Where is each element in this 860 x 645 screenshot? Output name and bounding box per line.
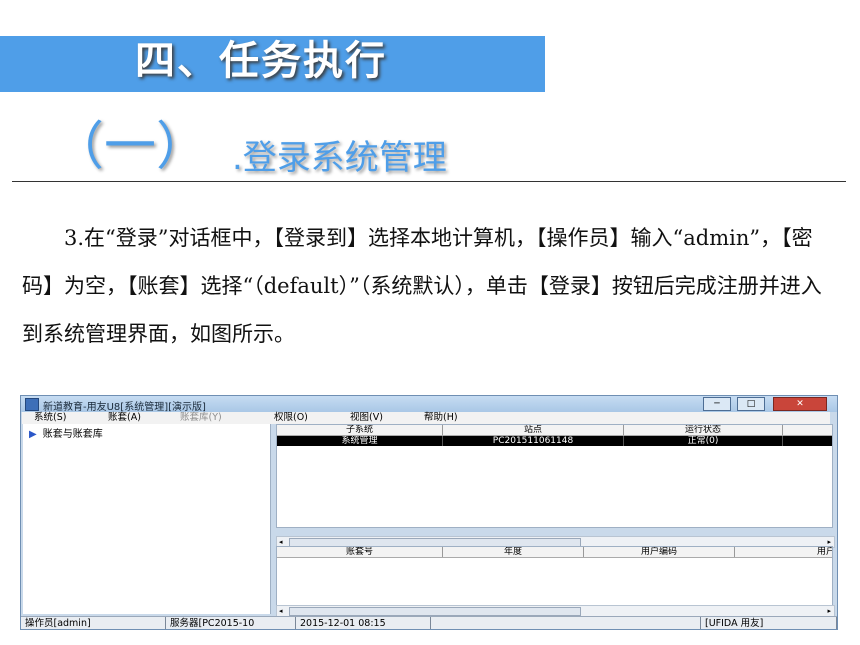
- minimize-button[interactable]: ─: [703, 397, 731, 411]
- tree-item-label: 账套与账套库: [42, 429, 103, 440]
- scroll-right-arrow-icon[interactable]: ▸: [827, 606, 831, 616]
- column-header[interactable]: 运行状态: [624, 425, 783, 435]
- window-titlebar: 新道教育-用友U8[系统管理][演示版] ─ □ ✕: [21, 396, 837, 413]
- menu-account[interactable]: 账套(A): [108, 412, 141, 424]
- grid-header: 账套号 年度 用户编码 用户: [277, 547, 832, 558]
- account-grid: 账套号 年度 用户编码 用户: [276, 546, 833, 606]
- table-cell: 系统管理: [277, 436, 443, 446]
- column-header[interactable]: 站点: [443, 425, 624, 435]
- menu-account-library[interactable]: 账套库(Y): [180, 412, 222, 424]
- paragraph-text: 3.在“登录”对话框中，【登录到】选择本地计算机，【操作员】输入“admin”，…: [22, 226, 822, 346]
- close-button[interactable]: ✕: [773, 397, 827, 411]
- menu-view[interactable]: 视图(V): [350, 412, 383, 424]
- divider: [12, 181, 846, 182]
- screenshot-window: 新道教育-用友U8[系统管理][演示版] ─ □ ✕ 系统(S) 账套(A) 账…: [20, 395, 838, 630]
- menu-permission[interactable]: 权限(O): [274, 412, 308, 424]
- tree-panel: ▶ 账套与账套库: [23, 424, 271, 614]
- window-title: 新道教育-用友U8[系统管理][演示版]: [43, 402, 206, 413]
- expand-arrow-icon[interactable]: ▶: [29, 429, 37, 440]
- status-server: 服务器[PC2015-10: [166, 617, 296, 629]
- subtitle-text: .登录系统管理: [232, 138, 447, 178]
- status-operator: 操作员[admin]: [21, 617, 166, 629]
- column-header[interactable]: 用户编码: [584, 547, 735, 557]
- column-header[interactable]: 用户: [735, 547, 832, 557]
- scroll-thumb[interactable]: [289, 607, 581, 616]
- status-spacer: [431, 617, 701, 629]
- menu-help[interactable]: 帮助(H): [424, 412, 458, 424]
- status-bar: 操作员[admin] 服务器[PC2015-10 2015-12-01 08:1…: [21, 616, 837, 629]
- subtitle-number: （一）: [52, 117, 209, 177]
- table-cell: 20: [783, 436, 833, 446]
- table-cell: 正常(0): [624, 436, 783, 446]
- scroll-left-arrow-icon[interactable]: ◂: [279, 606, 283, 616]
- table-cell: PC201511061148: [443, 436, 624, 446]
- subsystem-grid: 子系统 站点 运行状态 20 系统管理 PC201511061148 正常(0)…: [276, 424, 833, 528]
- grid-header: 子系统 站点 运行状态 20: [277, 425, 832, 436]
- maximize-button[interactable]: □: [737, 397, 765, 411]
- column-header[interactable]: 账套号: [277, 547, 443, 557]
- slide-title: 四、任务执行: [135, 38, 387, 84]
- status-datetime: 2015-12-01 08:15: [296, 617, 431, 629]
- column-header[interactable]: 年度: [443, 547, 584, 557]
- menu-system[interactable]: 系统(S): [34, 412, 66, 424]
- table-row[interactable]: 系统管理 PC201511061148 正常(0) 20: [277, 436, 832, 446]
- tree-item-account[interactable]: ▶ 账套与账套库: [29, 425, 103, 440]
- app-icon: [25, 398, 39, 411]
- instruction-paragraph: 3.在“登录”对话框中，【登录到】选择本地计算机，【操作员】输入“admin”，…: [22, 214, 842, 358]
- column-header[interactable]: 子系统: [277, 425, 443, 435]
- menu-bar: 系统(S) 账套(A) 账套库(Y) 权限(O) 视图(V) 帮助(H): [22, 412, 830, 424]
- column-header[interactable]: 20: [783, 425, 833, 435]
- status-brand: [UFIDA 用友]: [701, 617, 837, 629]
